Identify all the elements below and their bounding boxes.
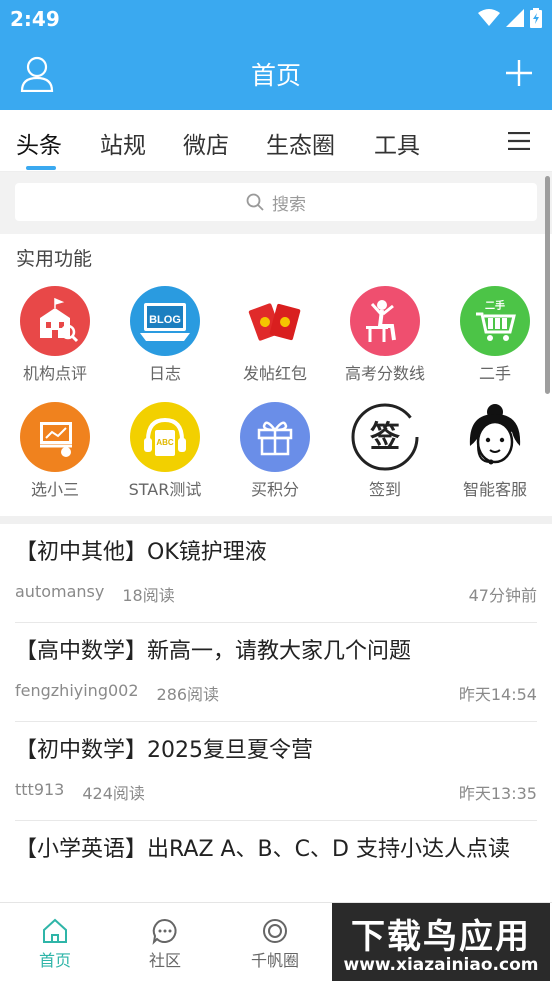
post-author: fengzhiying002 xyxy=(15,681,139,700)
func-exam-scores[interactable]: 高考分数线 xyxy=(330,286,440,384)
functions-title: 实用功能 xyxy=(16,248,93,270)
home-icon xyxy=(43,918,67,943)
post-title: 【初中数学】2025复旦夏令营 xyxy=(15,738,313,763)
scrollbar[interactable] xyxy=(545,176,550,394)
signal-icon xyxy=(506,9,524,27)
post-reads: 286阅读 xyxy=(156,685,220,704)
wifi-icon xyxy=(478,9,500,26)
menu-icon[interactable] xyxy=(508,132,530,150)
post-meta: ttt913 424阅读 昨天13:35 xyxy=(15,766,537,820)
customer-service-icon xyxy=(460,402,530,472)
nav-label: 千帆圈 xyxy=(250,951,299,970)
post-author: automansy xyxy=(15,582,105,601)
func-red-envelope[interactable]: 发帖红包 xyxy=(220,286,330,384)
post-title: 【高中数学】新高一，请教大家几个问题 xyxy=(15,639,412,664)
svg-text:二手: 二手 xyxy=(485,299,505,312)
tab-tools[interactable]: 工具 xyxy=(374,126,420,160)
page-title: 首页 xyxy=(250,61,301,90)
classroom-icon xyxy=(20,402,90,472)
post-meta: automansy 18阅读 47分钟前 xyxy=(15,568,537,622)
func-customer-service[interactable]: 智能客服 xyxy=(440,402,550,500)
func-label: 发帖红包 xyxy=(242,364,307,383)
watermark-text: 下载鸟应用 xyxy=(351,917,531,957)
func-choose-school[interactable]: 选小三 xyxy=(0,402,110,500)
post-time: 昨天14:54 xyxy=(458,685,537,704)
func-label: 买积分 xyxy=(250,480,299,499)
func-label: 智能客服 xyxy=(462,480,527,499)
nav-label: 社区 xyxy=(148,951,181,970)
search-icon xyxy=(246,193,264,211)
func-school-review[interactable]: 机构点评 xyxy=(0,286,110,384)
active-tab-indicator xyxy=(26,166,56,170)
func-label: 高考分数线 xyxy=(344,364,425,383)
func-label: 二手 xyxy=(478,364,511,383)
func-sign-in[interactable]: 签 签到 xyxy=(330,402,440,500)
func-star-test[interactable]: ABC STAR测试 xyxy=(110,402,220,500)
post-reads: 424阅读 xyxy=(82,784,145,803)
func-label: 签到 xyxy=(368,480,401,499)
func-label: 选小三 xyxy=(30,480,79,499)
svg-text:签: 签 xyxy=(370,420,400,455)
post-author: ttt913 xyxy=(15,780,65,799)
watermark: 下载鸟应用 www.xiazainiao.com xyxy=(332,903,550,981)
tab-rules[interactable]: 站规 xyxy=(100,126,146,160)
func-label: STAR测试 xyxy=(128,480,202,499)
search-placeholder: 搜索 xyxy=(272,194,306,215)
circle-icon xyxy=(263,919,287,943)
abc-headphones-icon: ABC xyxy=(130,402,200,472)
watermark-url: www.xiazainiao.com xyxy=(343,955,539,975)
gift-icon xyxy=(240,402,310,472)
tab-headlines[interactable]: 头条 xyxy=(16,126,62,160)
tab-ecosystem[interactable]: 生态圈 xyxy=(266,126,335,160)
blog-icon: BLOG xyxy=(130,286,200,356)
school-review-icon xyxy=(20,286,90,356)
category-tabs: 头条 站规 微店 生态圈 工具 xyxy=(0,110,552,172)
post-reads: 18阅读 xyxy=(122,586,175,605)
post-title: 【小学英语】出RAZ A、B、C、D 支持小达人点读 xyxy=(15,837,510,862)
sign-in-icon: 签 xyxy=(350,402,420,472)
func-blog[interactable]: BLOG 日志 xyxy=(110,286,220,384)
section-divider xyxy=(0,516,552,524)
func-label: 机构点评 xyxy=(22,364,87,383)
nav-community[interactable]: 社区 xyxy=(110,917,220,971)
post-title: 【初中其他】OK镜护理液 xyxy=(15,540,267,565)
search-input[interactable]: 搜索 xyxy=(15,183,537,221)
post-time: 47分钟前 xyxy=(468,586,537,605)
nav-home[interactable]: 首页 xyxy=(0,917,110,971)
add-icon[interactable] xyxy=(504,58,534,88)
second-hand-cart-icon: 二手 xyxy=(460,286,530,356)
post-time: 昨天13:35 xyxy=(458,784,537,803)
red-envelope-icon xyxy=(240,286,310,356)
svg-text:BLOG: BLOG xyxy=(149,314,181,326)
search-area: 搜索 xyxy=(0,172,552,234)
post-feed: 【初中其他】OK镜护理液 automansy 18阅读 47分钟前 【高中数学】… xyxy=(0,524,552,902)
svg-text:ABC: ABC xyxy=(156,438,174,447)
list-item[interactable]: 【初中数学】2025复旦夏令营 ttt913 424阅读 昨天13:35 xyxy=(15,722,537,821)
battery-icon xyxy=(530,8,542,28)
status-icons xyxy=(478,8,542,28)
functions-panel: 实用功能 机构点评 BLOG 日志 发帖红包 高考分数线 二手 二手 选小三 A… xyxy=(0,234,552,516)
nav-label: 首页 xyxy=(38,951,71,970)
func-label: 日志 xyxy=(148,364,181,383)
list-item[interactable]: 【初中其他】OK镜护理液 automansy 18阅读 47分钟前 xyxy=(15,524,537,623)
tab-shop[interactable]: 微店 xyxy=(183,126,229,160)
func-buy-points[interactable]: 买积分 xyxy=(220,402,330,500)
exam-desk-icon xyxy=(350,286,420,356)
list-item[interactable]: 【高中数学】新高一，请教大家几个问题 fengzhiying002 286阅读 … xyxy=(15,623,537,722)
func-second-hand[interactable]: 二手 二手 xyxy=(440,286,550,384)
nav-circle[interactable]: 千帆圈 xyxy=(220,917,330,971)
post-meta: fengzhiying002 286阅读 昨天14:54 xyxy=(15,667,537,721)
app-bar: 首页 xyxy=(0,38,552,110)
list-item[interactable]: 【小学英语】出RAZ A、B、C、D 支持小达人点读 xyxy=(15,821,537,865)
status-bar: 2:49 xyxy=(0,0,552,38)
chat-bubble-icon xyxy=(152,918,177,945)
status-time: 2:49 xyxy=(10,7,60,31)
